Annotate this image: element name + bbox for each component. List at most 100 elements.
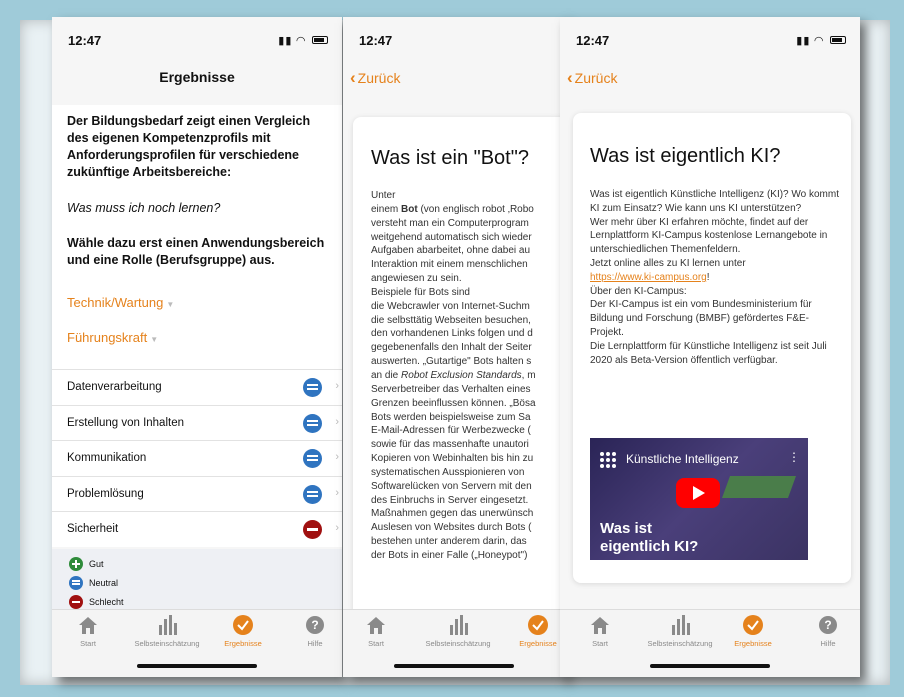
paragraph-text: Jetzt online alles zu KI lernen unter xyxy=(590,257,746,269)
home-icon xyxy=(591,617,609,634)
area-dropdown[interactable]: Technik/Wartung ▼ xyxy=(67,295,174,310)
back-button[interactable]: ‹ Zurück xyxy=(350,68,400,88)
list-item[interactable]: Sicherheit › xyxy=(52,511,342,547)
tab-help[interactable]: ? Hilfe xyxy=(813,615,843,648)
article-line: systematischen Ausspionieren von xyxy=(371,466,525,478)
legend: Gut Neutral Schlecht xyxy=(52,549,342,609)
play-button[interactable] xyxy=(676,478,720,508)
tab-start-label: Start xyxy=(592,639,608,648)
tab-results-label: Ergebnisse xyxy=(519,639,557,648)
chevron-down-icon: ▼ xyxy=(166,300,175,309)
phone-screen-ki: 12:47 ▮▮ ◠ ‹ Zurück Was ist eigentlich KI… xyxy=(560,17,860,677)
video-embed[interactable]: Künstliche Intelligenz ⋮ Was ist eigentl… xyxy=(590,438,808,560)
article-line: Bots werden beispielsweise zum Sa xyxy=(371,411,531,423)
signal-icon: ▮▮ xyxy=(278,35,293,47)
tab-help[interactable]: ? Hilfe xyxy=(300,615,330,648)
chevron-right-icon: › xyxy=(335,415,339,428)
chevron-down-icon: ▼ xyxy=(150,335,159,344)
article-line: auswerten. „Gutartige" Bots halten s xyxy=(371,356,532,368)
list-item[interactable]: Erstellung von Inhalten › xyxy=(52,404,342,441)
competence-list: Datenverarbeitung › Erstellung von Inhal… xyxy=(52,369,342,547)
status-icons: ▮▮ ◠ xyxy=(796,34,846,47)
legend-good: Gut xyxy=(69,557,104,571)
article-line: versteht man ein Computerprogram xyxy=(371,217,529,229)
instruction-text: Wähle dazu erst einen Anwendungsbereich … xyxy=(67,236,325,267)
neutral-status-icon xyxy=(303,484,322,504)
ki-campus-link[interactable]: https://www.ki-campus.org xyxy=(590,272,707,283)
tab-bar: Start Selbsteinschätzung Ergebnisse ? Hi… xyxy=(560,609,860,677)
list-item-label: Problemlösung xyxy=(67,487,144,500)
phone-screen-results: 12:47 ▮▮ ◠ Ergebnisse Der Bildungsbedarf… xyxy=(52,17,342,677)
back-button[interactable]: ‹ Zurück xyxy=(567,68,617,88)
paragraph: Über den KI-Campus: xyxy=(590,285,687,297)
legend-good-label: Gut xyxy=(89,559,104,569)
wifi-icon: ◠ xyxy=(814,35,824,47)
bar-chart-icon xyxy=(672,615,690,635)
list-item[interactable]: Problemlösung › xyxy=(52,475,342,512)
tab-results-label: Ergebnisse xyxy=(224,639,262,648)
paragraph: Was ist eigentlich Künstliche Intelligen… xyxy=(590,189,839,214)
tab-results[interactable]: Ergebnisse xyxy=(218,615,268,648)
tab-results[interactable]: Ergebnisse xyxy=(513,615,563,648)
home-indicator xyxy=(394,664,514,668)
article-line: Grenzen beeinflussen können. „Bösa xyxy=(371,397,536,409)
legend-bad-label: Schlecht xyxy=(89,597,124,607)
svg-text:?: ? xyxy=(824,618,831,632)
battery-icon xyxy=(312,36,328,44)
grid-logo-icon xyxy=(600,452,616,468)
article-line: Interaktion mit einem menschlichen xyxy=(371,259,528,271)
home-indicator xyxy=(650,664,770,668)
area-dropdown-label: Technik/Wartung xyxy=(67,295,164,310)
tab-start[interactable]: Start xyxy=(70,615,106,648)
article-line: den vorhandenen Links folgen und d xyxy=(371,328,533,340)
list-item[interactable]: Kommunikation › xyxy=(52,440,342,476)
home-icon xyxy=(79,617,97,634)
tab-self-assessment[interactable]: Selbsteinschätzung xyxy=(122,615,212,648)
article-line: Aufgaben abarbeitet, ohne dabei au xyxy=(371,245,531,257)
tab-self-assessment[interactable]: Selbsteinschätzung xyxy=(635,615,725,648)
signal-icon: ▮▮ xyxy=(796,35,811,47)
chevron-right-icon: › xyxy=(335,451,339,464)
article-line: des Einbruchs in Server eingesetzt. xyxy=(371,494,529,506)
tab-bar: Start Selbsteinschätzung Ergebnisse ? Hi… xyxy=(52,609,342,677)
more-icon[interactable]: ⋮ xyxy=(788,450,800,464)
equals-icon xyxy=(69,576,83,590)
bar-chart-icon xyxy=(450,615,468,635)
paragraph: Wer mehr über KI erfahren möchte, findet… xyxy=(590,216,828,256)
tab-self-label: Selbsteinschätzung xyxy=(134,639,200,648)
tab-start[interactable]: Start xyxy=(582,615,618,648)
article-line: der Bots in einer Falle („Honeypot") xyxy=(371,549,528,561)
illustration xyxy=(721,476,797,498)
list-item-label: Sicherheit xyxy=(67,523,119,536)
list-item[interactable]: Datenverarbeitung › xyxy=(52,369,342,405)
legend-bad: Schlecht xyxy=(69,595,124,609)
minus-icon xyxy=(69,595,83,609)
article-line: die Webcrawler von Internet-Suchm xyxy=(371,300,530,312)
article-line: Unter xyxy=(371,190,396,201)
article-line: die selbsttätig Webseiten besuchen, xyxy=(371,314,531,326)
plus-icon xyxy=(69,557,83,571)
tab-results[interactable]: Ergebnisse xyxy=(728,615,778,648)
tab-self-assessment[interactable]: Selbsteinschätzung xyxy=(413,615,503,648)
checkmark-icon xyxy=(233,615,253,635)
back-label: Zurück xyxy=(357,70,401,86)
neutral-status-icon xyxy=(303,378,322,397)
role-dropdown[interactable]: Führungskraft ▼ xyxy=(67,330,158,345)
svg-text:?: ? xyxy=(311,618,318,632)
legend-neutral-label: Neutral xyxy=(89,578,119,588)
back-label: Zurück xyxy=(574,70,618,86)
status-bar: 12:47 ▮▮ ◠ xyxy=(576,33,846,51)
list-item-label: Erstellung von Inhalten xyxy=(67,416,184,429)
status-icons: ▮▮ ◠ xyxy=(278,34,328,47)
tab-start[interactable]: Start xyxy=(358,615,394,648)
article-card: Was ist ein "Bot"? Unter einem Bot (von e… xyxy=(353,117,565,617)
tab-start-label: Start xyxy=(80,639,96,648)
paragraph-text: ! xyxy=(706,271,710,283)
article-line: Maßnahmen gegen das unerwünsch xyxy=(371,508,534,520)
intro-text: Der Bildungsbedarf zeigt einen Vergleich… xyxy=(67,114,311,179)
article-title: Was ist ein "Bot"? xyxy=(371,147,529,169)
question-text: Was muss ich noch lernen? xyxy=(67,201,221,215)
status-time: 12:47 xyxy=(359,33,393,48)
tab-bar: Start Selbsteinschätzung Ergebnisse xyxy=(343,609,565,677)
battery-icon xyxy=(830,36,846,44)
